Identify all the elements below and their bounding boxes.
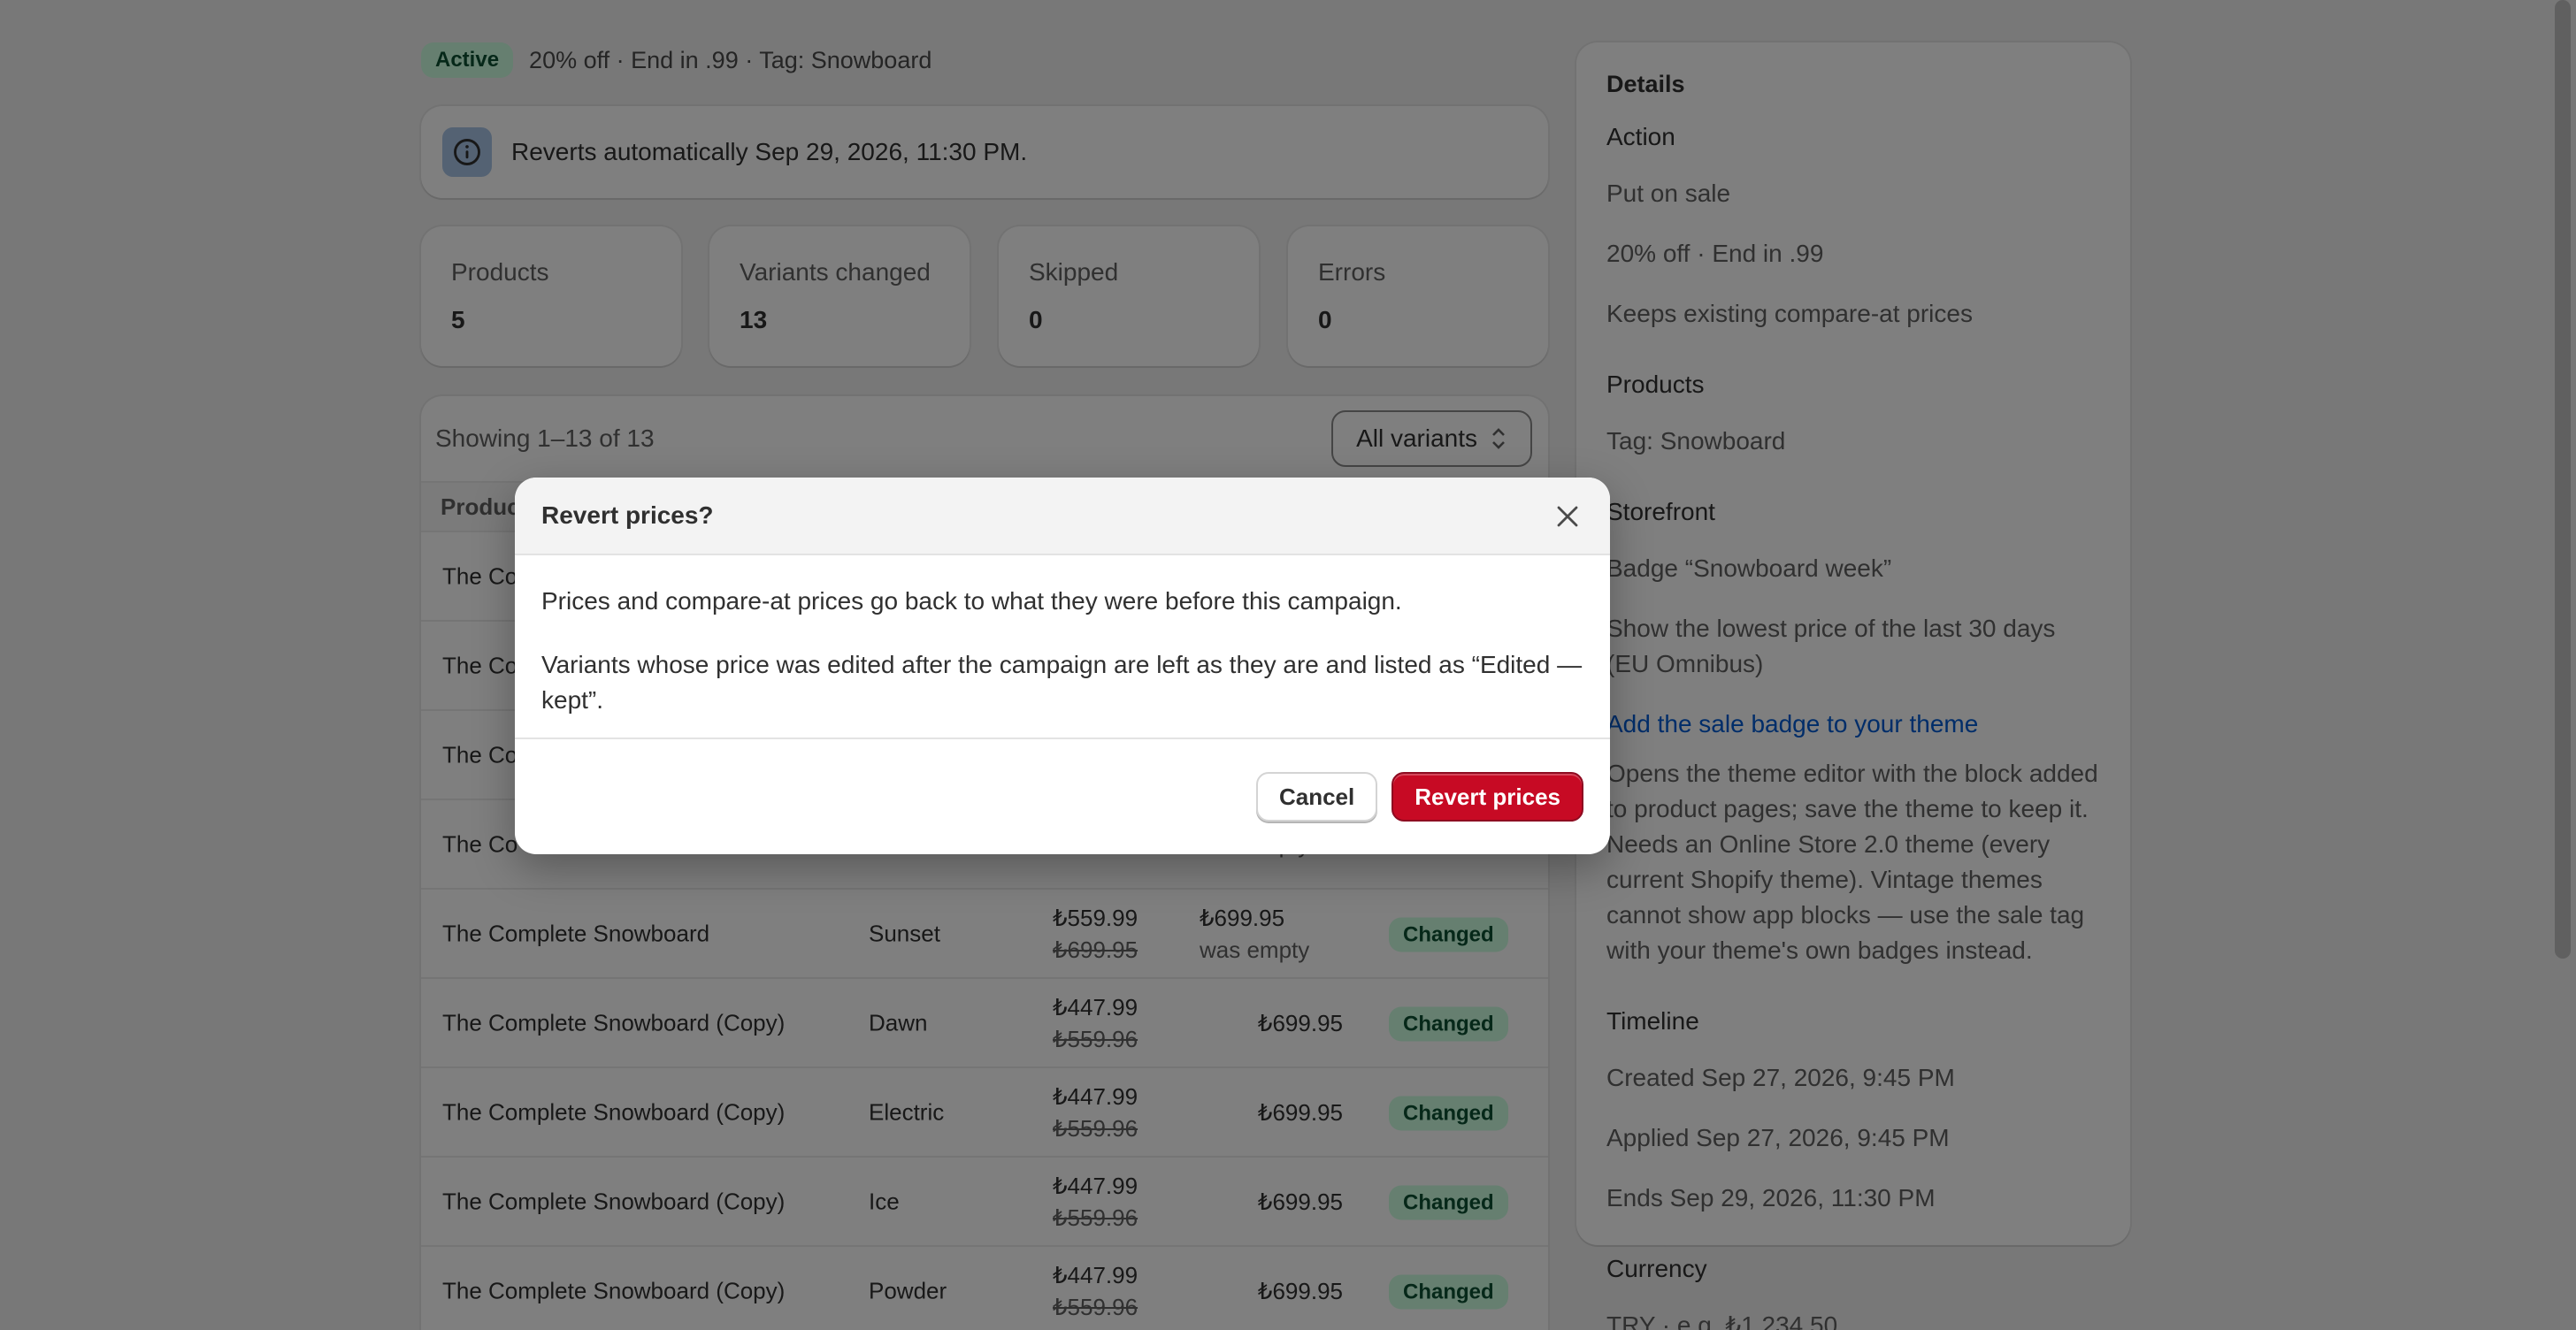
- dialog-footer: Cancel Revert prices: [515, 739, 1610, 854]
- dialog-body-text: Prices and compare-at prices go back to …: [541, 587, 1402, 615]
- revert-prices-dialog: Revert prices? Prices and compare-at pri…: [515, 478, 1610, 854]
- dialog-title: Revert prices?: [541, 501, 714, 529]
- dialog-body-text: Variants whose price was edited after th…: [541, 651, 1583, 714]
- close-icon[interactable]: [1550, 499, 1585, 534]
- dialog-body: Prices and compare-at prices go back to …: [515, 555, 1610, 739]
- dialog-header: Revert prices?: [515, 478, 1610, 555]
- revert-prices-button[interactable]: Revert prices: [1392, 772, 1583, 822]
- cancel-button[interactable]: Cancel: [1255, 772, 1378, 822]
